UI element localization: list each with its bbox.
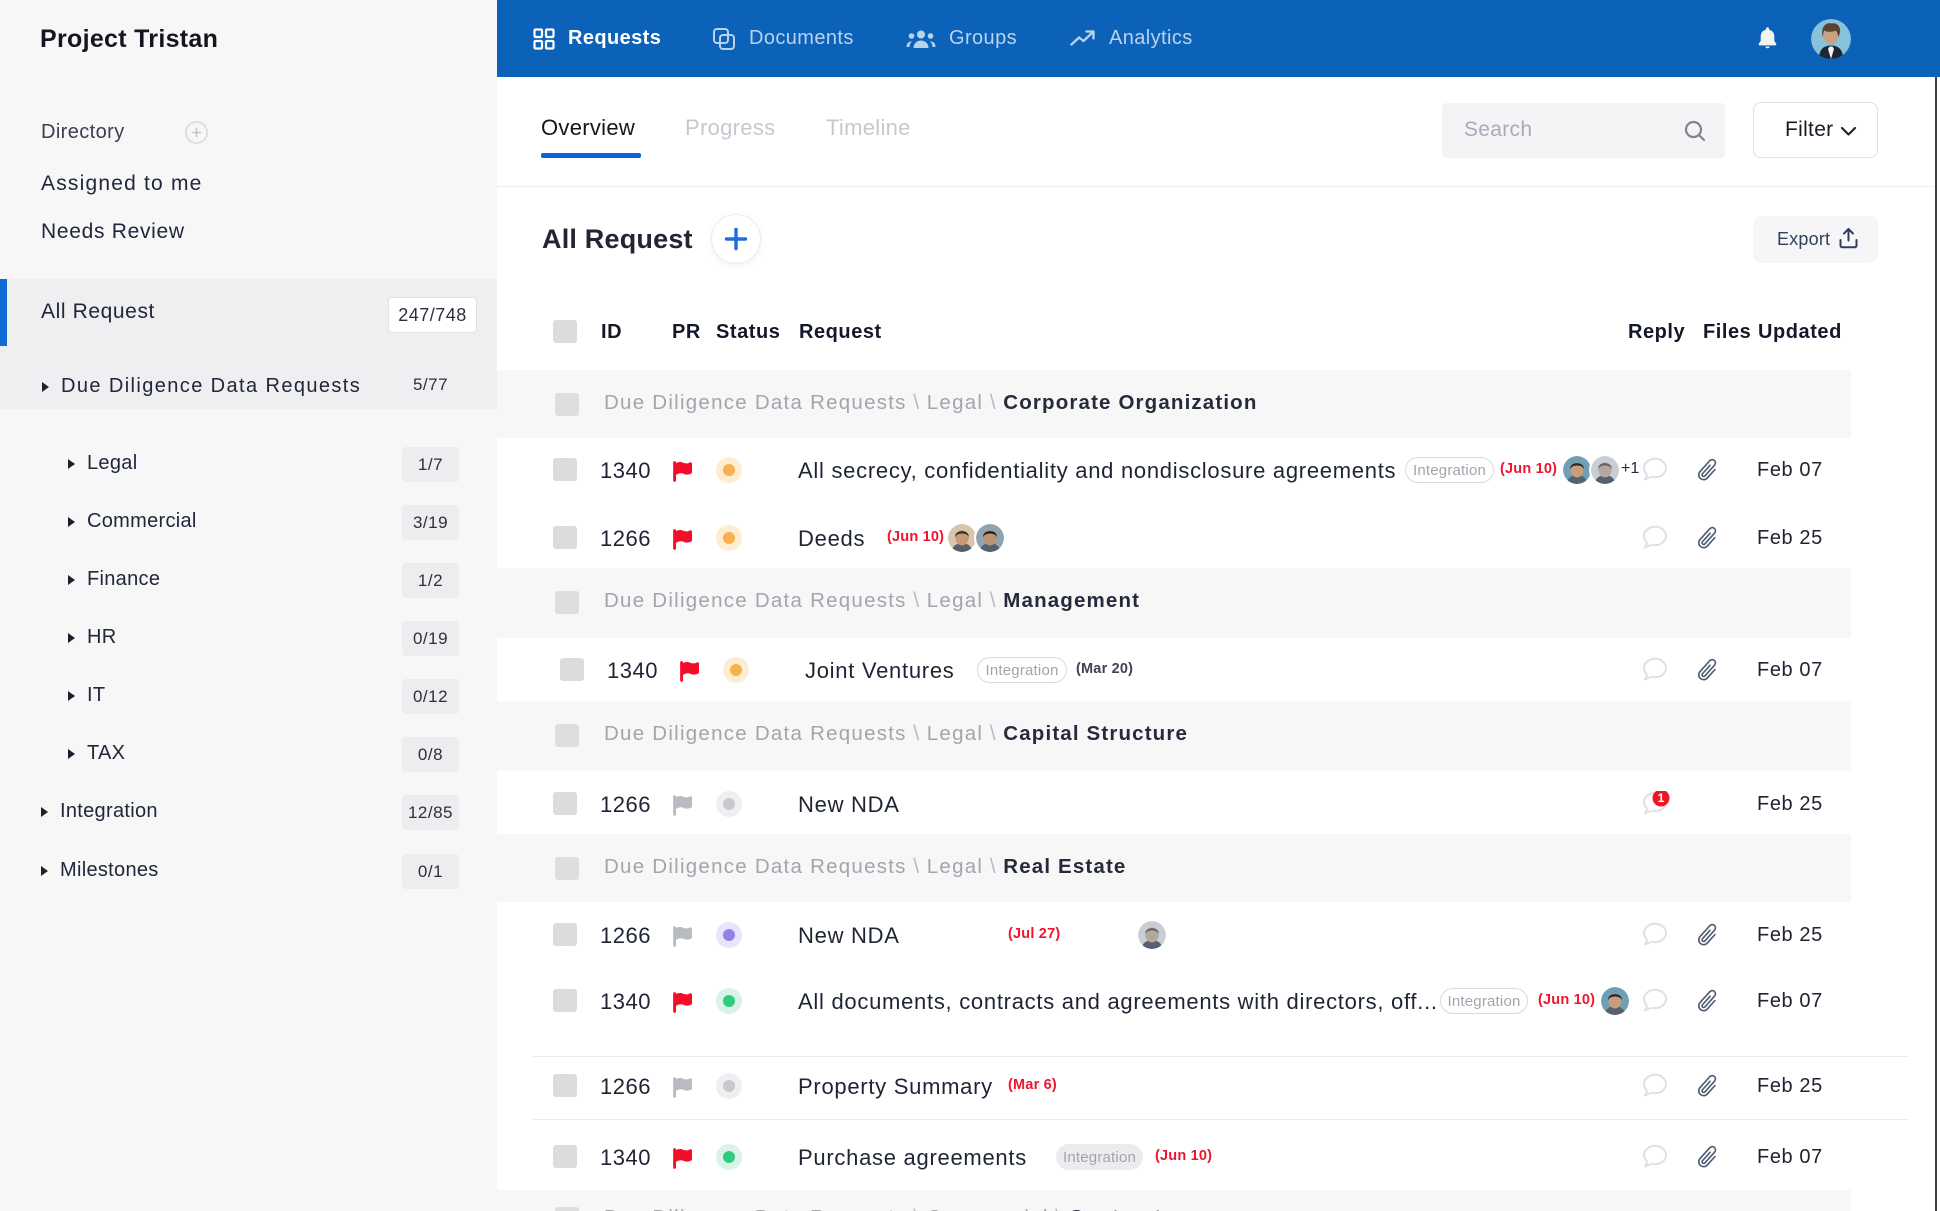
svg-text:1: 1 <box>1658 791 1665 805</box>
